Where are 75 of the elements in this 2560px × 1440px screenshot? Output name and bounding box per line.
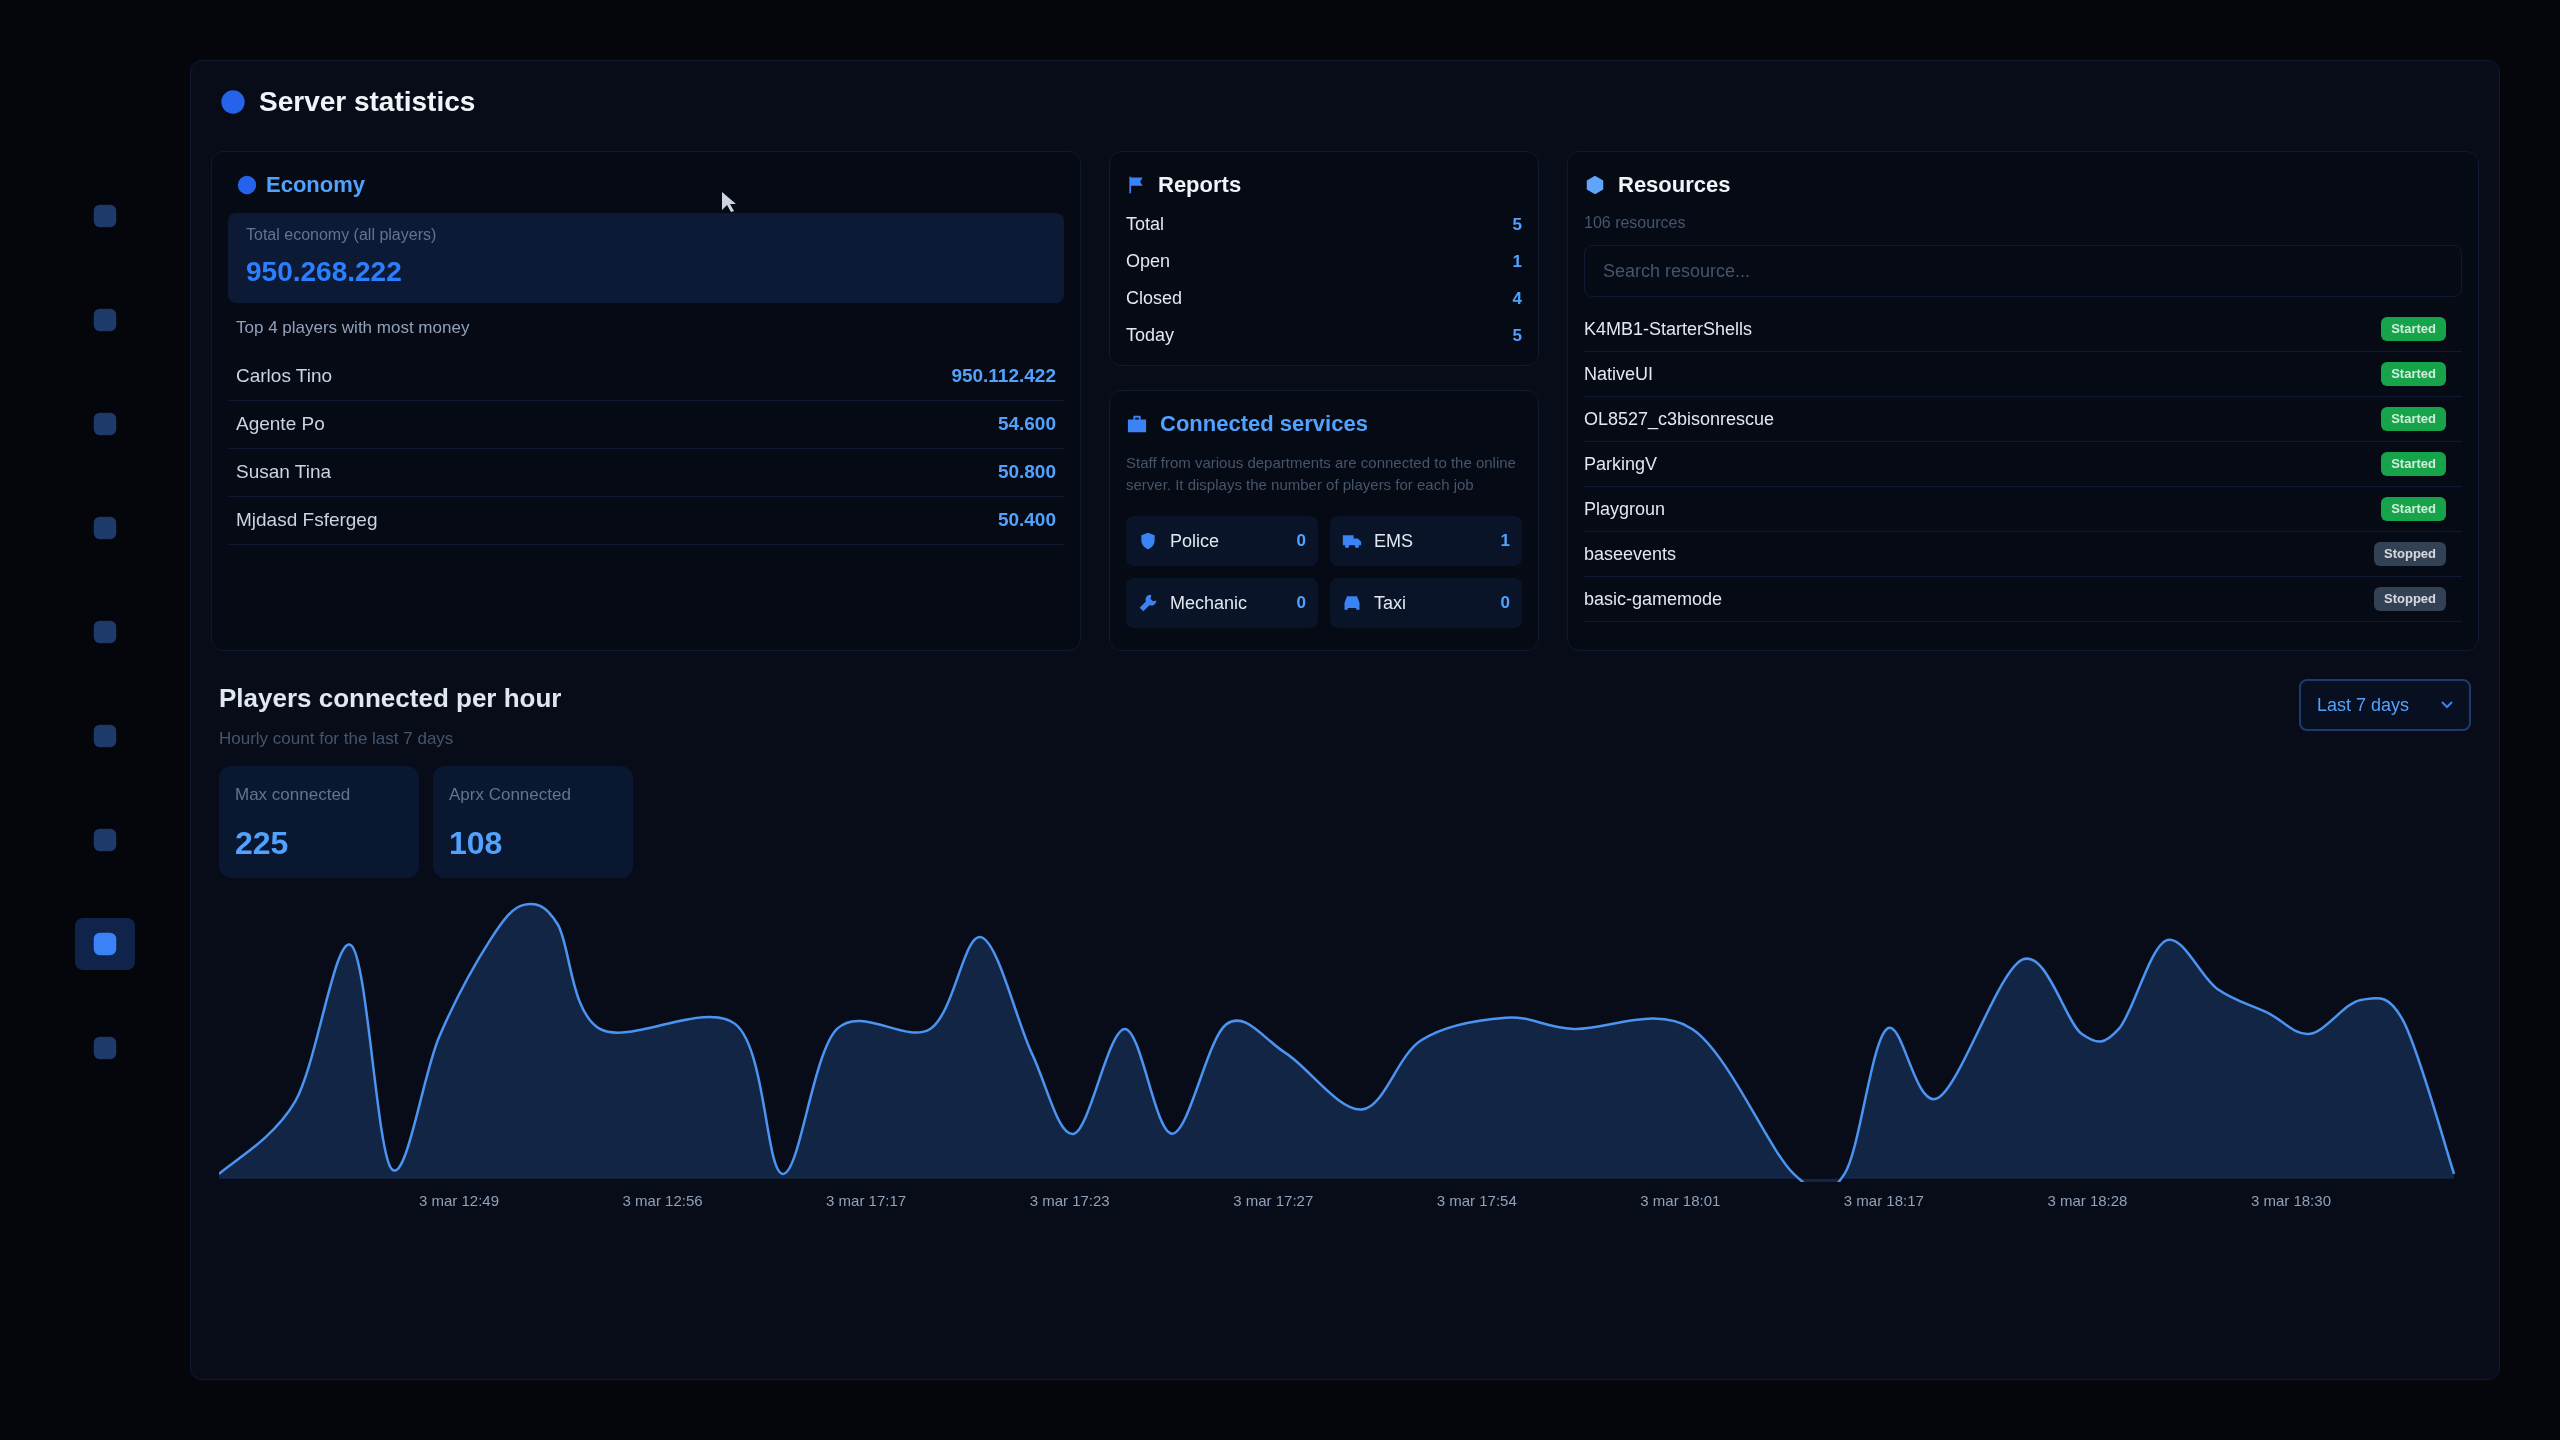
player-name: Carlos Tino — [236, 363, 333, 388]
section-label: Top 4 players with most money — [235, 317, 471, 339]
money-value: 54.600 — [997, 411, 1056, 436]
stat-value: 108 — [449, 824, 504, 863]
card-title: Connected services — [1160, 410, 1368, 438]
caret-icon — [2441, 701, 2453, 709]
status-badge: Started — [2381, 317, 2446, 341]
card-title: Reports — [1158, 171, 1242, 199]
card-title: Resources — [1618, 171, 1731, 199]
status-badge: Stopped — [2374, 542, 2446, 566]
sidebar-item[interactable] — [75, 918, 135, 970]
report-label: Closed — [1126, 287, 1183, 310]
service-count: 0 — [1500, 592, 1510, 615]
status-badge: Stopped — [2374, 587, 2446, 611]
axis-label: 3 mar 17:27 — [1233, 1190, 1314, 1211]
card-description: Staff from various departments are connected to the online server. It displays the number of players for each job — [1126, 453, 1517, 495]
car-icon — [1342, 593, 1362, 613]
axis-label: 3 mar 18:30 — [2250, 1190, 2331, 1211]
stat-label: Max connected — [235, 783, 352, 806]
resource-name: NativeUI — [1584, 362, 1654, 386]
cursor-icon — [721, 191, 737, 213]
service-label: Mechanic — [1170, 591, 1249, 615]
report-count: 1 — [1512, 250, 1522, 273]
resource-name: OL8527_c3bisonrescue — [1584, 407, 1775, 432]
money-value: 50.800 — [997, 459, 1056, 484]
briefcase-icon — [1126, 413, 1148, 434]
card-title: Economy — [266, 171, 366, 199]
section-subtitle: Hourly count for the last 7 days — [219, 728, 455, 750]
resource-name: ParkingV — [1584, 452, 1658, 476]
report-label: Total — [1126, 213, 1165, 236]
axis-label: 3 mar 18:28 — [2047, 1190, 2128, 1211]
axis-label: 3 mar 17:17 — [826, 1190, 907, 1211]
axis-label: 3 mar 18:01 — [1640, 1190, 1721, 1211]
report-count: 5 — [1512, 324, 1522, 347]
resource-name: Playgroun — [1584, 497, 1666, 521]
shield-icon — [1138, 531, 1158, 551]
money-value: 50.400 — [997, 507, 1056, 532]
axis-label: 3 mar 12:56 — [622, 1190, 703, 1211]
report-count: 4 — [1512, 287, 1522, 310]
axis-label: 3 mar 18:17 — [1843, 1190, 1924, 1211]
range-dropdown[interactable]: Last 7 days — [2298, 679, 2471, 731]
resource-name: baseevents — [1584, 542, 1677, 566]
report-label: Today — [1126, 324, 1175, 347]
stat-value: 225 — [235, 824, 290, 863]
status-badge: Started — [2381, 497, 2446, 521]
player-name: Agente Po — [236, 411, 325, 436]
axis-label: 3 mar 12:49 — [419, 1190, 500, 1211]
coin-icon — [236, 173, 258, 196]
resource-name: K4MB1-StarterShells — [1584, 317, 1753, 341]
page-title: Server statistics — [259, 85, 476, 119]
total-value: 950.268.222 — [246, 255, 403, 289]
player-name: Susan Tina — [236, 459, 332, 484]
stat-label: Aprx Connected — [449, 783, 572, 806]
service-label: EMS — [1374, 529, 1414, 553]
wrench-icon — [1138, 593, 1158, 613]
status-badge: Started — [2381, 452, 2446, 476]
player-name: Mjdasd Fsfergeg — [236, 507, 378, 532]
axis-label: 3 mar 17:23 — [1029, 1190, 1110, 1211]
section-title: Players connected per hour — [219, 682, 562, 715]
service-label: Police — [1170, 529, 1221, 553]
report-count: 5 — [1512, 213, 1522, 236]
money-value: 950.112.422 — [951, 363, 1056, 388]
cube-icon — [1584, 173, 1606, 196]
status-badge: Started — [2381, 362, 2446, 386]
service-count: 1 — [1500, 530, 1510, 553]
axis-label: 3 mar 17:54 — [1436, 1190, 1517, 1211]
status-badge: Started — [2381, 407, 2446, 431]
service-count: 0 — [1296, 530, 1306, 553]
total-label: Total economy (all players) — [246, 225, 438, 245]
search-field[interactable]: Search resource... — [1584, 245, 2462, 297]
service-label: Taxi — [1374, 591, 1407, 615]
resource-count: 106 resources — [1584, 213, 1687, 233]
service-count: 0 — [1296, 592, 1306, 615]
report-label: Open — [1126, 250, 1171, 273]
resource-name: basic-gamemode — [1584, 587, 1723, 611]
